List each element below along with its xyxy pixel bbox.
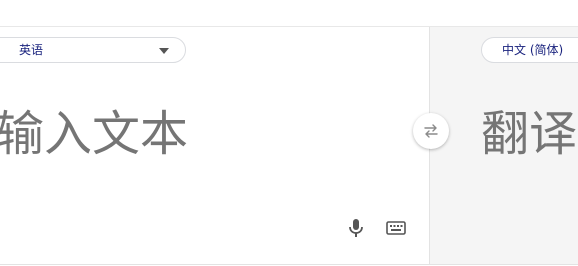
microphone-icon <box>349 219 363 237</box>
source-language-selector[interactable]: 英语 <box>0 37 186 63</box>
chevron-down-icon <box>159 48 169 54</box>
target-language-selector[interactable]: 中文 (简体) <box>481 37 578 63</box>
swap-icon <box>424 124 438 138</box>
swap-languages-button[interactable] <box>413 113 449 149</box>
keyboard-button[interactable] <box>384 216 408 240</box>
target-language-label: 中文 (简体) <box>502 43 564 57</box>
microphone-button[interactable] <box>344 216 368 240</box>
source-language-label: 英语 <box>19 43 44 57</box>
bottom-divider <box>0 264 578 265</box>
translate-widget: 英语 输入文本 中文 (简体) 翻译 <box>0 0 578 266</box>
translation-output: 翻译 <box>481 106 578 162</box>
source-text-input[interactable]: 输入文本 <box>0 104 188 164</box>
keyboard-icon <box>386 221 406 235</box>
